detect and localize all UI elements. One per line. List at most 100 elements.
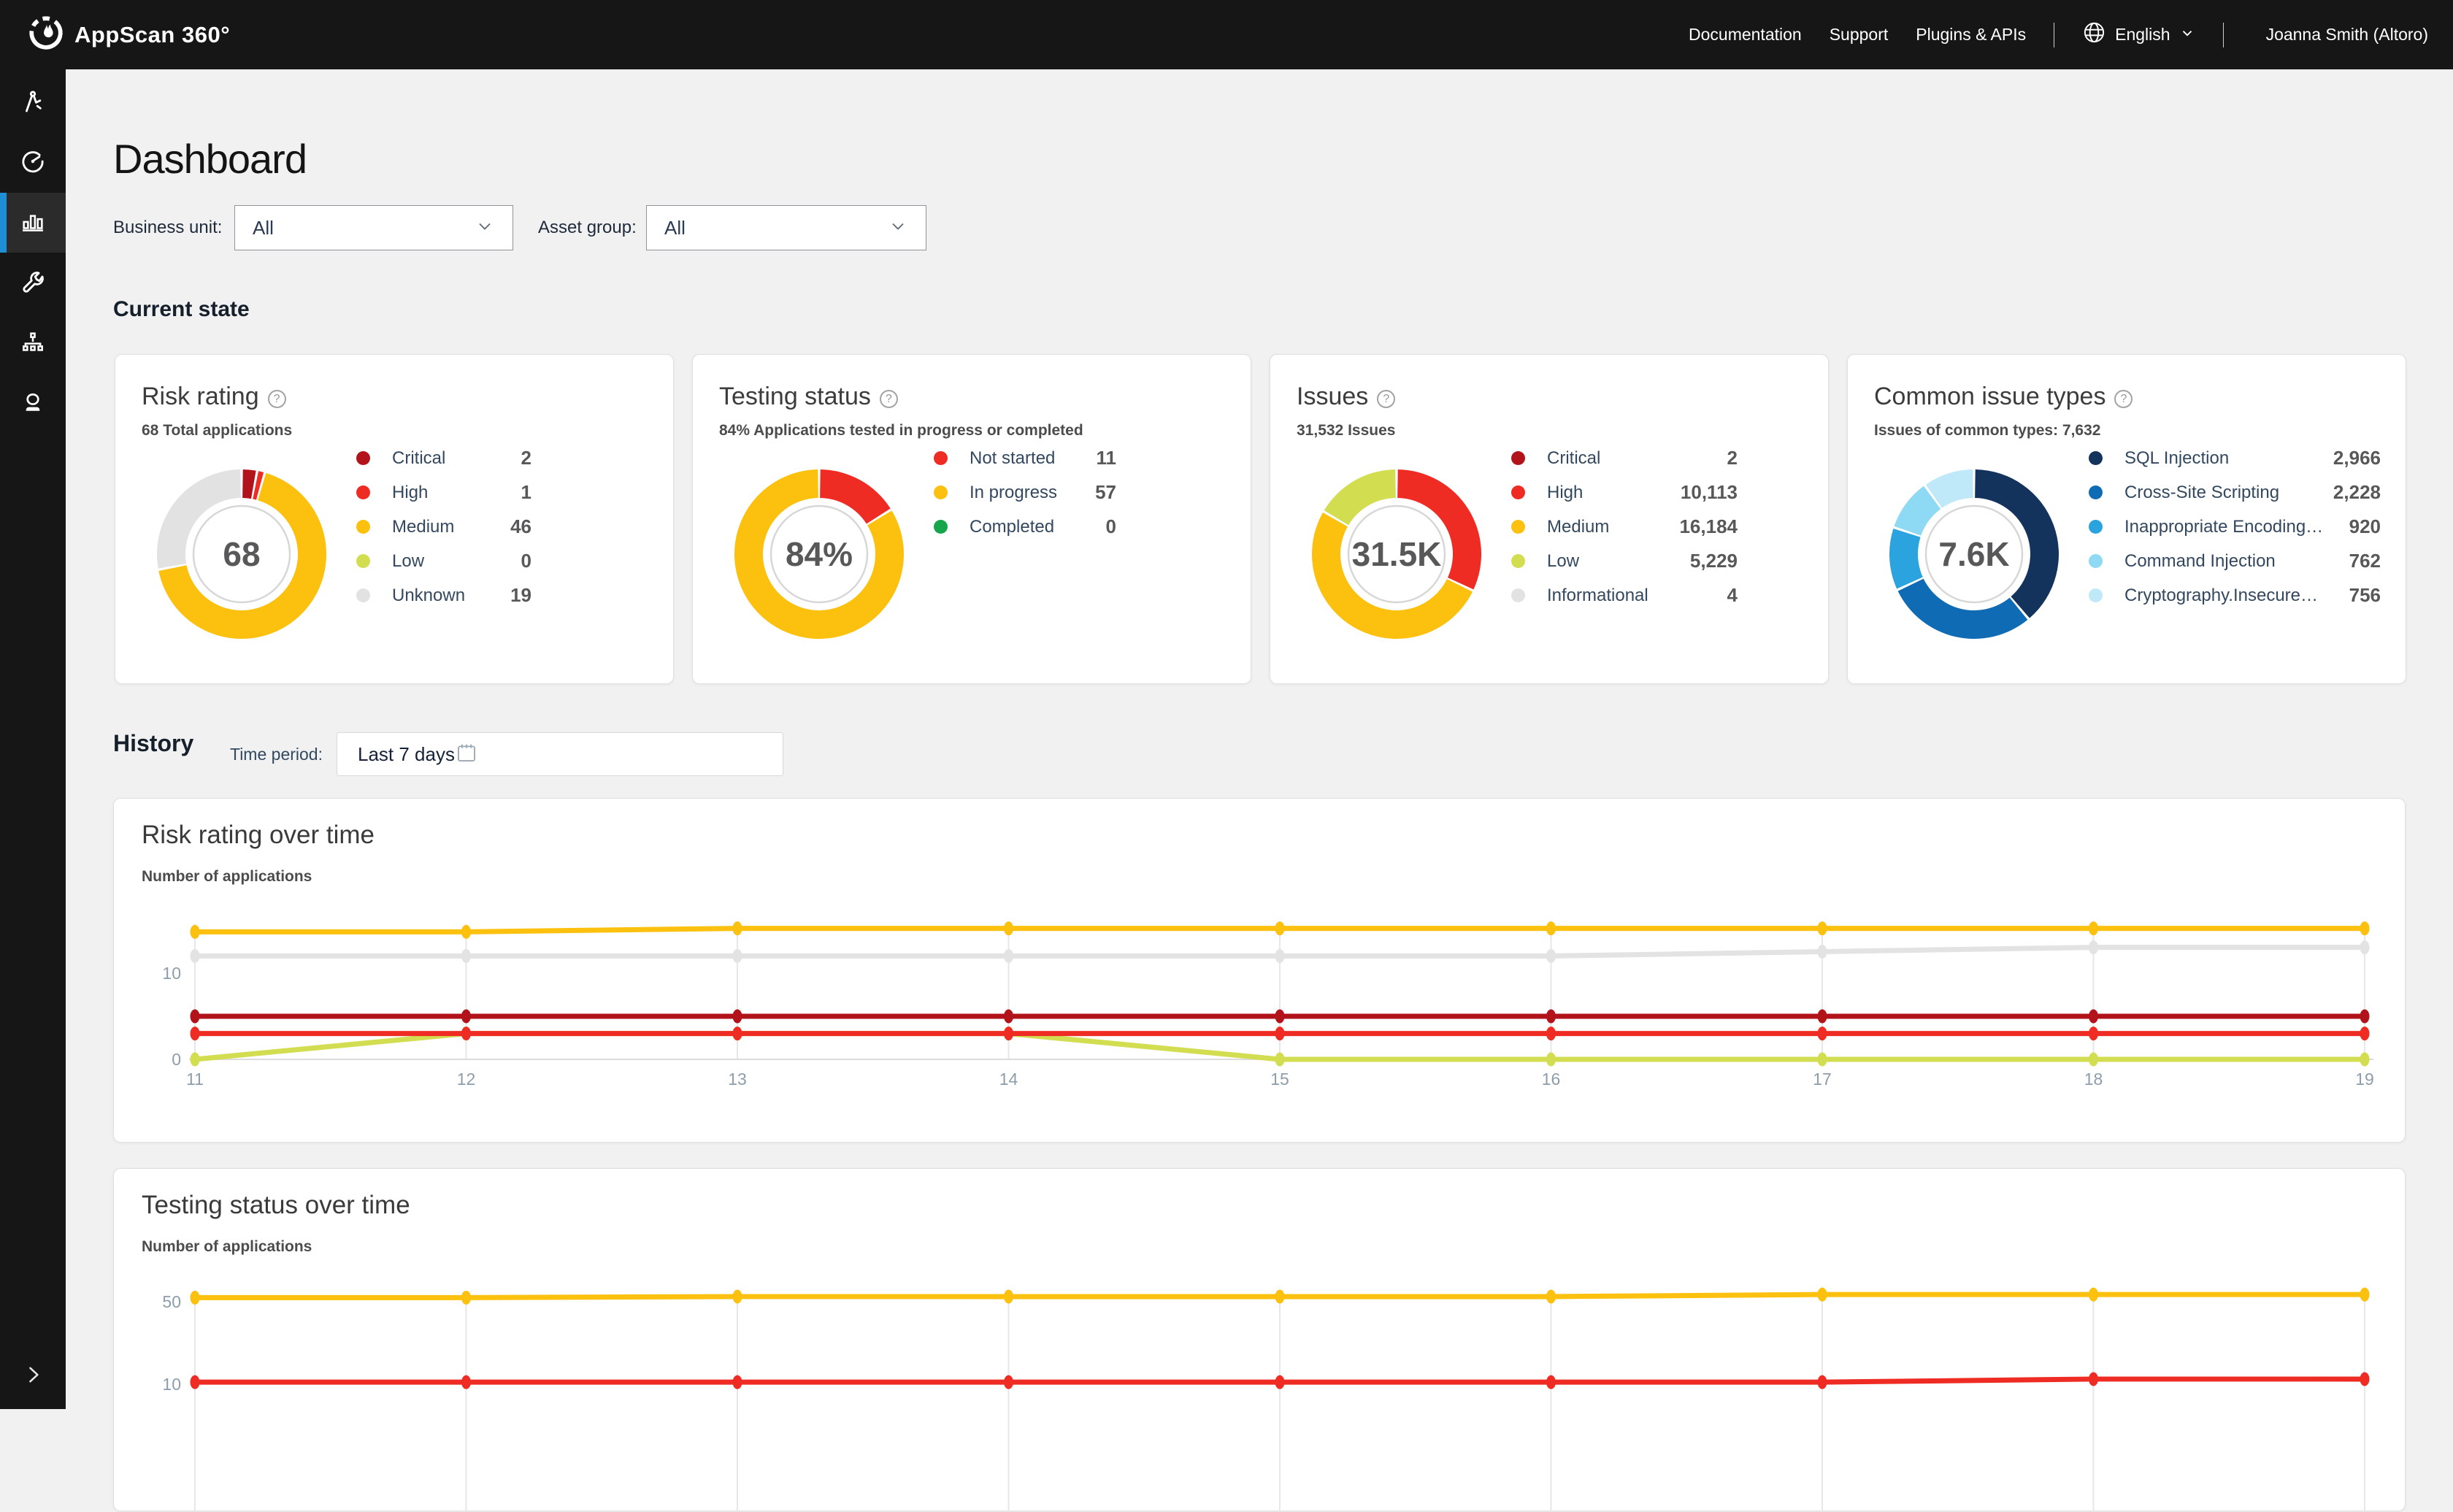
sidebar-item-users[interactable] xyxy=(0,374,66,434)
testing-status-over-time-card: Testing status over time Number of appli… xyxy=(113,1168,2406,1511)
legend-row: Unknown19 xyxy=(356,578,531,613)
legend-label: Inappropriate Encoding… xyxy=(2124,517,2332,537)
card-subtitle: 84% Applications tested in progress or c… xyxy=(719,422,1083,440)
legend-value: 19 xyxy=(510,584,531,607)
legend-dot xyxy=(1511,520,1525,534)
legend-row: Cryptography.Insecure…756 xyxy=(2089,578,2381,613)
gauge-icon xyxy=(19,147,47,179)
help-icon[interactable]: ? xyxy=(1377,390,1395,408)
legend-dot xyxy=(356,554,370,568)
business-unit-label: Business unit: xyxy=(113,205,222,250)
chart-legend: Critical2High10,113Medium16,184Low5,229I… xyxy=(1511,441,1738,613)
legend-dot xyxy=(2089,486,2103,499)
legend-row: SQL Injection2,966 xyxy=(2089,441,2381,475)
legend-label: High xyxy=(1547,483,1663,503)
sidebar-expand-button[interactable] xyxy=(0,1356,66,1396)
legend-row: Low 0 xyxy=(356,544,531,578)
svg-text:12: 12 xyxy=(457,1070,476,1089)
legend-value: 2,966 xyxy=(2333,447,2381,469)
legend-value: 57 xyxy=(1095,481,1116,504)
svg-text:11: 11 xyxy=(186,1070,204,1089)
card-title: Testing status? xyxy=(719,383,898,411)
globe-icon xyxy=(2082,20,2106,49)
history-heading: History xyxy=(113,730,193,757)
sidebar-item-settings[interactable] xyxy=(0,255,66,315)
time-period-value: Last 7 days xyxy=(358,743,455,766)
legend-dot xyxy=(2089,554,2103,568)
legend-value: 0 xyxy=(521,550,531,572)
legend-value: 2 xyxy=(1727,447,1738,469)
donut-chart: 31.5K xyxy=(1305,463,1488,645)
legend-row: Medium16,184 xyxy=(1511,510,1738,544)
sidebar-item-applications[interactable] xyxy=(0,74,66,134)
legend-label: Not started xyxy=(970,448,1079,469)
chevron-down-icon xyxy=(2179,25,2195,45)
sitemap-icon xyxy=(19,329,47,361)
business-unit-select[interactable]: All xyxy=(234,205,513,250)
legend-row: Critical 2 xyxy=(356,441,531,475)
legend-row: In progress 57 xyxy=(934,475,1116,510)
svg-text:0: 0 xyxy=(172,1050,181,1069)
legend-row: High1 xyxy=(356,475,531,510)
time-period-input[interactable]: Last 7 days xyxy=(337,732,783,776)
legend-label: In progress xyxy=(970,483,1078,503)
legend-value: 2 xyxy=(521,447,531,469)
legend-value: 762 xyxy=(2349,550,2381,572)
help-icon[interactable]: ? xyxy=(2114,390,2133,408)
svg-text:15: 15 xyxy=(1270,1070,1289,1089)
legend-label: Critical xyxy=(392,448,504,469)
page-title: Dashboard xyxy=(113,135,307,183)
user-menu[interactable]: Joanna Smith (Altoro) xyxy=(2266,25,2428,45)
help-icon[interactable]: ? xyxy=(268,390,286,408)
card-subtitle: Issues of common types: 7,632 xyxy=(1874,422,2100,440)
legend-dot xyxy=(934,486,948,499)
business-unit-value: All xyxy=(253,217,274,239)
legend-label: Low xyxy=(392,551,504,572)
left-sidebar xyxy=(0,69,66,1409)
sidebar-item-organization[interactable] xyxy=(0,315,66,375)
asset-group-label: Asset group: xyxy=(538,205,637,250)
chevron-down-icon xyxy=(475,216,495,240)
sidebar-item-scans[interactable] xyxy=(0,133,66,193)
donut-chart: 84% xyxy=(728,463,910,645)
legend-value: 5,229 xyxy=(1690,550,1738,572)
chart-legend: Not started11In progress57Completed0 xyxy=(934,441,1116,544)
bar-chart-icon xyxy=(19,207,47,239)
donut-center-value: 7.6K xyxy=(1883,463,2065,645)
legend-label: Low xyxy=(1547,551,1673,572)
legend-value: 11 xyxy=(1097,447,1117,469)
language-selector[interactable]: English xyxy=(2082,20,2195,49)
chevron-right-icon xyxy=(20,1362,45,1391)
top-nav-bar: AppScan 360° Documentation Support Plugi… xyxy=(0,0,2453,69)
common-issue-types-card: Common issue types? Issues of common typ… xyxy=(1847,354,2406,684)
help-icon[interactable]: ? xyxy=(880,390,898,408)
legend-label: Cryptography.Insecure… xyxy=(2124,586,2332,606)
nav-plugins-apis[interactable]: Plugins & APIs xyxy=(1916,25,2026,45)
legend-dot xyxy=(2089,451,2103,465)
legend-dot xyxy=(934,451,948,465)
legend-label: Cross-Site Scripting xyxy=(2124,483,2316,503)
svg-text:17: 17 xyxy=(1813,1070,1832,1089)
sidebar-item-dashboard[interactable] xyxy=(0,193,66,253)
legend-row: Critical2 xyxy=(1511,441,1738,475)
legend-dot xyxy=(356,486,370,499)
svg-text:13: 13 xyxy=(728,1070,747,1089)
nav-support[interactable]: Support xyxy=(1830,25,1889,45)
legend-dot xyxy=(1511,588,1525,602)
legend-value: 1 xyxy=(521,481,531,504)
testing-status-card: Testing status? 84% Applications tested … xyxy=(692,354,1251,684)
legend-value: 920 xyxy=(2349,515,2381,538)
nav-separator xyxy=(2223,23,2224,47)
legend-label: Medium xyxy=(1547,517,1662,537)
card-title: Common issue types? xyxy=(1874,383,2133,411)
legend-label: Medium xyxy=(392,517,493,537)
legend-row: Low 5,229 xyxy=(1511,544,1738,578)
legend-value: 2,228 xyxy=(2333,481,2381,504)
chart-legend: Critical 2 High1 Medium 46 Low 0 Unknown19 xyxy=(356,441,531,613)
asset-group-select[interactable]: All xyxy=(646,205,926,250)
nav-documentation[interactable]: Documentation xyxy=(1689,25,1802,45)
legend-dot xyxy=(356,588,370,602)
user-icon xyxy=(19,388,47,420)
legend-value: 46 xyxy=(510,515,531,538)
app-logo: AppScan 360° xyxy=(28,15,230,55)
